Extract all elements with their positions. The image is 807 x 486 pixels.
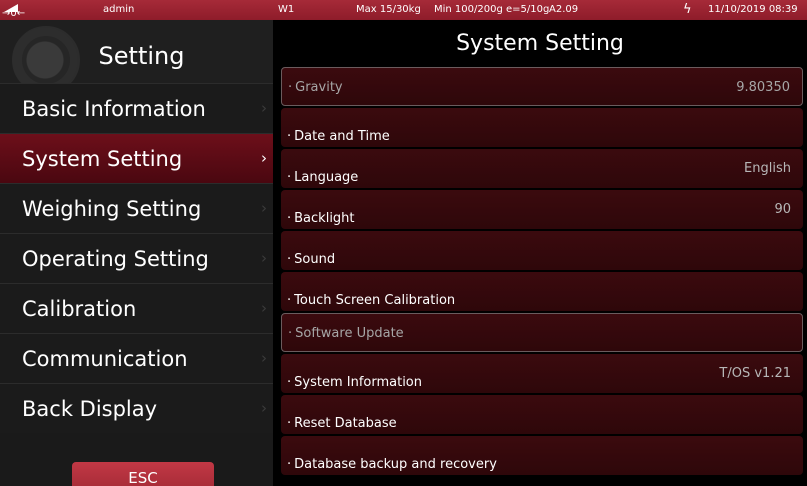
sidebar-item-weighing-setting[interactable]: Weighing Setting ›: [0, 183, 273, 233]
status-bar: →0← admin W1 Max 15/30kg Min 100/200g e=…: [0, 0, 807, 20]
chevron-right-icon: ›: [261, 99, 267, 117]
row-value: T/OS v1.21: [719, 366, 791, 381]
system-setting-panel: System Setting Gravity 9.80350 Date and …: [273, 20, 807, 486]
zero-indicator: →0←: [2, 4, 25, 19]
sidebar-title: Setting: [98, 42, 185, 70]
row-label: Date and Time: [287, 129, 390, 144]
row-label: Touch Screen Calibration: [287, 293, 455, 308]
chevron-right-icon: ›: [261, 349, 267, 367]
sidebar-item-communication[interactable]: Communication ›: [0, 333, 273, 383]
chevron-right-icon: ›: [261, 249, 267, 267]
sidebar-item-operating-setting[interactable]: Operating Setting ›: [0, 233, 273, 283]
setting-row-backlight[interactable]: Backlight 90: [281, 190, 803, 229]
settings-sidebar: Setting Basic Information › System Setti…: [0, 20, 273, 486]
accuracy-class: A2.09: [549, 4, 579, 15]
chevron-right-icon: ›: [261, 149, 267, 167]
sidebar-item-basic-information[interactable]: Basic Information ›: [0, 83, 273, 133]
page-title: System Setting: [456, 31, 624, 56]
row-label: Backlight: [287, 211, 354, 226]
row-value: 90: [774, 202, 791, 217]
max-capacity: Max 15/30kg: [356, 4, 421, 15]
row-label: Database backup and recovery: [287, 457, 497, 472]
chevron-right-icon: ›: [261, 399, 267, 417]
sidebar-item-label: Back Display: [22, 396, 158, 421]
setting-row-date-and-time[interactable]: Date and Time: [281, 108, 803, 147]
row-label: Gravity: [288, 80, 342, 95]
sidebar-item-label: Communication: [22, 346, 188, 371]
sidebar-item-label: Operating Setting: [22, 246, 209, 271]
chevron-right-icon: ›: [261, 199, 267, 217]
setting-row-touch-screen-calibration[interactable]: Touch Screen Calibration: [281, 272, 803, 311]
row-value: 9.80350: [736, 80, 790, 95]
chevron-right-icon: ›: [261, 299, 267, 317]
zero-indicator-label: →0←: [2, 8, 26, 19]
sidebar-item-label: Basic Information: [22, 96, 206, 121]
row-label: Reset Database: [287, 416, 396, 431]
setting-row-sound[interactable]: Sound: [281, 231, 803, 270]
row-label: Language: [287, 170, 358, 185]
esc-button[interactable]: ESC: [72, 462, 214, 486]
setting-row-system-information[interactable]: System Information T/OS v1.21: [281, 354, 803, 393]
current-user: admin: [103, 4, 135, 15]
setting-row-software-update[interactable]: Software Update: [281, 313, 803, 352]
min-capacity: Min 100/200g e=5/10g: [434, 4, 550, 15]
sidebar-item-label: System Setting: [22, 146, 183, 171]
row-label: System Information: [287, 375, 422, 390]
setting-row-reset-database[interactable]: Reset Database: [281, 395, 803, 434]
row-value: English: [744, 161, 791, 176]
sidebar-item-label: Calibration: [22, 296, 137, 321]
row-label: Software Update: [288, 326, 404, 341]
sidebar-header: Setting: [0, 20, 273, 94]
datetime: 11/10/2019 08:39: [708, 4, 798, 15]
setting-row-database-backup-and-recovery[interactable]: Database backup and recovery: [281, 436, 803, 475]
lightning-bolt-icon: ϟ: [683, 2, 692, 17]
row-label: Sound: [287, 252, 335, 267]
scale-id: W1: [278, 4, 295, 15]
setting-row-language[interactable]: Language English: [281, 149, 803, 188]
sidebar-item-label: Weighing Setting: [22, 196, 202, 221]
sidebar-item-calibration[interactable]: Calibration ›: [0, 283, 273, 333]
sidebar-item-back-display[interactable]: Back Display ›: [0, 383, 273, 433]
setting-row-gravity[interactable]: Gravity 9.80350: [281, 67, 803, 106]
sidebar-item-system-setting[interactable]: System Setting ›: [0, 133, 273, 183]
